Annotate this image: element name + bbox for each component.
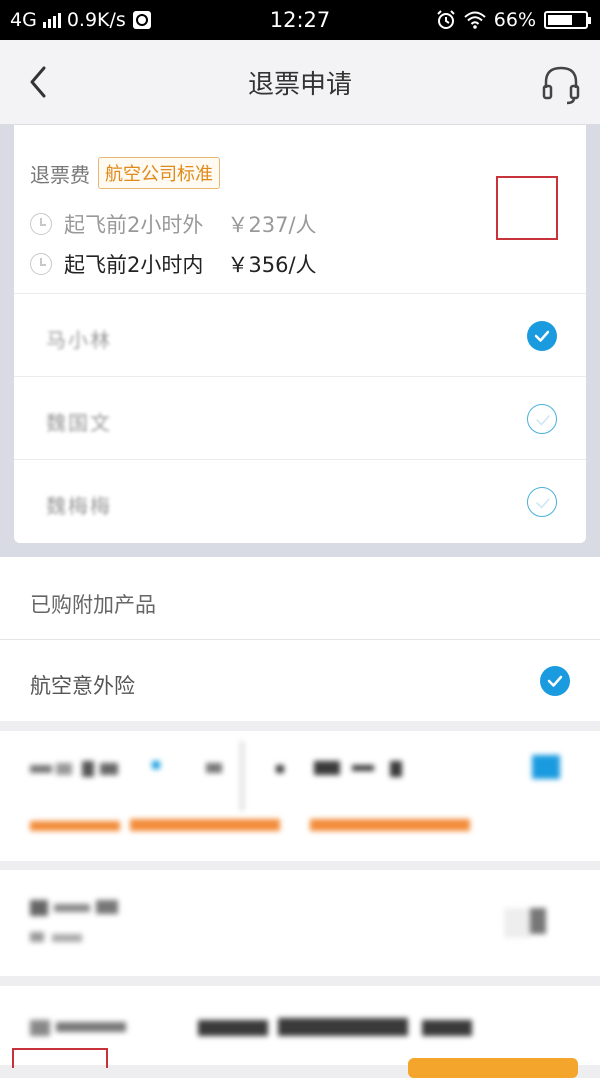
headset-icon[interactable] [540, 62, 582, 106]
passenger-name: 马小林 [46, 328, 112, 352]
addons-title: 已购附加产品 [30, 593, 156, 617]
addon-label: 航空意外险 [30, 674, 135, 698]
passenger-row[interactable]: 马小林 [14, 293, 586, 377]
selection-highlight-box [496, 176, 558, 240]
submit-button[interactable] [408, 1058, 578, 1078]
clock-icon [30, 253, 52, 275]
clock-icon [30, 213, 52, 235]
passenger-row[interactable]: 魏梅梅 [14, 459, 586, 543]
flight-info-section [0, 731, 600, 861]
passenger-name: 魏梅梅 [46, 494, 112, 518]
fee-rule-amount: ￥237/人 [227, 213, 317, 237]
battery-icon [544, 11, 591, 29]
addon-item[interactable]: 航空意外险 [0, 640, 600, 721]
fee-rule-amount: ￥356/人 [227, 253, 317, 277]
check-circle-icon[interactable] [527, 487, 557, 517]
page-title: 退票申请 [247, 70, 352, 100]
fee-rule-text: 起飞前2小时外 [64, 213, 204, 237]
fee-standard-tag: 航空公司标准 [98, 157, 220, 189]
refund-fee-label: 退票费 [30, 162, 90, 187]
check-circle-icon[interactable] [527, 321, 557, 351]
alarm-icon [437, 10, 455, 29]
nav-bar: 退票申请 [0, 40, 600, 125]
redacted-bottom-text [30, 1018, 480, 1040]
fee-rule-row: 起飞前2小时外 ￥237/人 [30, 209, 317, 239]
refund-fee-header: 退票费 航空公司标准 [30, 157, 220, 189]
fee-rule-row: 起飞前2小时内 ￥356/人 [30, 249, 317, 279]
redacted-contact-details [30, 898, 570, 958]
status-bar: 4G 0.9K/s 12:27 66% [0, 0, 600, 40]
contact-section [0, 870, 600, 976]
battery-level-fill [548, 15, 572, 25]
check-circle-icon[interactable] [540, 666, 570, 696]
check-circle-icon[interactable] [527, 404, 557, 434]
bottom-highlight-box [12, 1048, 108, 1068]
battery-percent: 66% [493, 9, 536, 31]
wifi-icon [464, 11, 486, 29]
fee-rule-text: 起飞前2小时内 [64, 253, 204, 277]
redacted-flight-details [30, 741, 590, 849]
addons-section: 已购附加产品 航空意外险 [0, 557, 600, 721]
passenger-row[interactable]: 魏国文 [14, 376, 586, 460]
passenger-name: 魏国文 [46, 411, 112, 435]
